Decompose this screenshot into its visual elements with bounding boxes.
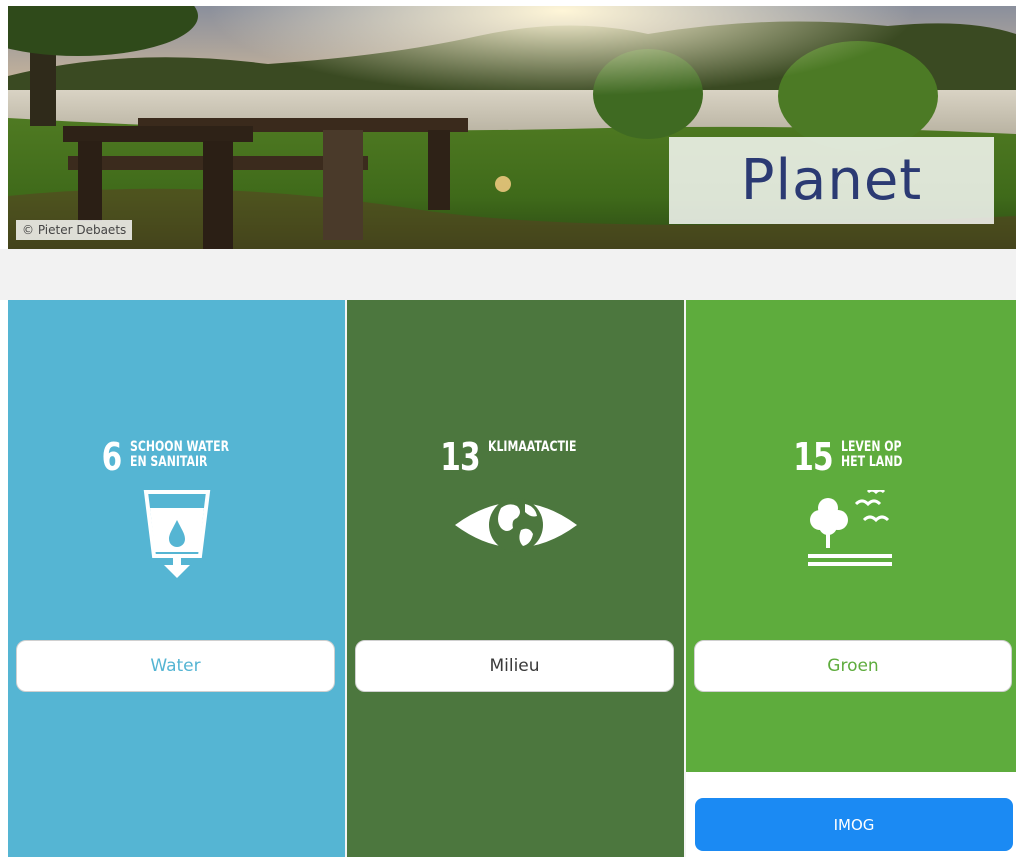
photo-credit: © Pieter Debaets: [16, 220, 133, 240]
sdg-6-tile: 6 SCHOON WATER EN SANITAIR: [8, 438, 345, 582]
imog-button[interactable]: IMOG: [695, 798, 1013, 851]
goal-number: 13: [440, 435, 481, 479]
tree-birds-icon: [808, 490, 892, 566]
goal-title: KLIMAATACTIE: [488, 439, 577, 455]
water-button[interactable]: Water: [16, 640, 335, 692]
hero-banner: © Pieter Debaets Planet: [8, 6, 1016, 249]
spacer-band: [0, 249, 1016, 300]
card-land: 15 LEVEN OP HET LAND Groen: [686, 300, 1016, 772]
divider: [345, 300, 347, 857]
card-water: 6 SCHOON WATER EN SANITAIR Water: [8, 300, 345, 857]
page-title: Planet: [740, 148, 923, 213]
goal-number: 6: [101, 435, 123, 479]
water-cup-icon: [143, 490, 210, 578]
groen-button[interactable]: Groen: [694, 640, 1012, 692]
milieu-button[interactable]: Milieu: [355, 640, 674, 692]
goal-title: SCHOON WATER EN SANITAIR: [129, 439, 229, 470]
goal-title: LEVEN OP HET LAND: [841, 439, 903, 470]
goal-number: 15: [793, 435, 834, 479]
sdg-15-tile: 15 LEVEN OP HET LAND: [686, 438, 1016, 576]
sdg-13-tile: 13 KLIMAATACTIE: [347, 438, 684, 560]
card-climate: 13 KLIMAATACTIE Milieu: [347, 300, 684, 857]
earth-eye-icon: [454, 498, 577, 552]
page-title-box: Planet: [669, 137, 994, 224]
